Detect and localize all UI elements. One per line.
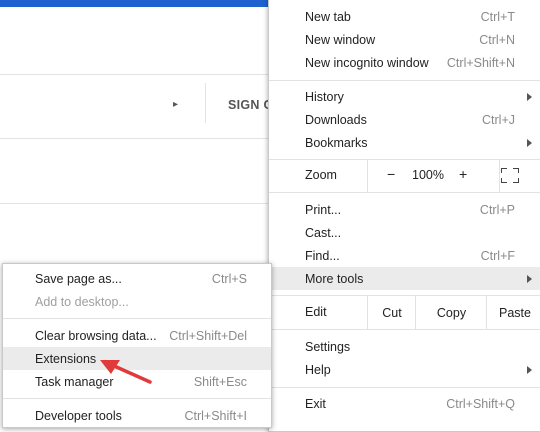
chevron-right-icon[interactable]: ▸: [173, 99, 178, 110]
menu-item-label: Developer tools: [35, 408, 122, 423]
menu-item-find[interactable]: Find... Ctrl+F: [269, 244, 540, 267]
menu-item-label: Settings: [305, 339, 351, 354]
menu-separator: [269, 192, 540, 193]
paste-button[interactable]: Paste: [486, 296, 540, 329]
submenu-arrow-icon: [527, 365, 532, 374]
menu-item-label: Save page as...: [35, 271, 122, 286]
menu-item-bookmarks[interactable]: Bookmarks: [269, 131, 540, 154]
menu-item-label: Clear browsing data...: [35, 328, 157, 343]
menu-separator: [3, 398, 271, 399]
menu-item-clear-browsing-data[interactable]: Clear browsing data... Ctrl+Shift+Del: [3, 324, 271, 347]
menu-item-shortcut: Ctrl+F: [480, 248, 515, 263]
page-vertical-divider: [205, 83, 206, 123]
menu-item-save-page[interactable]: Save page as... Ctrl+S: [3, 267, 271, 290]
menu-item-label: Cast...: [305, 225, 342, 240]
menu-item-new-incognito-window[interactable]: New incognito window Ctrl+Shift+N: [269, 51, 540, 74]
menu-item-shortcut: Ctrl+S: [211, 271, 247, 286]
menu-item-label: New tab: [305, 9, 351, 24]
menu-item-label: Downloads: [305, 112, 367, 127]
edit-row: Edit Cut Copy Paste: [269, 296, 540, 329]
zoom-out-button[interactable]: −: [387, 166, 395, 182]
menu-item-add-to-desktop: Add to desktop...: [3, 290, 271, 313]
edit-label: Edit: [305, 305, 327, 319]
menu-item-cast[interactable]: Cast...: [269, 221, 540, 244]
page-divider: [0, 203, 270, 204]
more-tools-submenu: Save page as... Ctrl+S Add to desktop...…: [2, 263, 272, 428]
menu-item-shortcut: Ctrl+Shift+I: [184, 408, 247, 423]
menu-item-history[interactable]: History: [269, 85, 540, 108]
menu-item-settings[interactable]: Settings: [269, 335, 540, 358]
menu-item-label: New incognito window: [305, 55, 429, 70]
menu-item-label: Extensions: [35, 351, 97, 366]
menu-separator: [269, 387, 540, 388]
menu-item-new-tab[interactable]: New tab Ctrl+T: [269, 5, 540, 28]
menu-item-downloads[interactable]: Downloads Ctrl+J: [269, 108, 540, 131]
menu-item-shortcut: Shift+Esc: [193, 374, 247, 389]
submenu-arrow-icon: [527, 92, 532, 101]
menu-item-shortcut: Ctrl+P: [479, 202, 515, 217]
menu-item-more-tools[interactable]: More tools: [269, 267, 540, 290]
menu-item-task-manager[interactable]: Task manager Shift+Esc: [3, 370, 271, 393]
menu-item-label: Exit: [305, 396, 326, 411]
menu-item-exit[interactable]: Exit Ctrl+Shift+Q: [269, 392, 540, 415]
chrome-main-menu: New tab Ctrl+T New window Ctrl+N New inc…: [268, 0, 540, 432]
menu-item-label: Help: [305, 362, 331, 377]
zoom-in-button[interactable]: +: [459, 166, 467, 182]
menu-item-print[interactable]: Print... Ctrl+P: [269, 198, 540, 221]
page-divider: [0, 138, 270, 139]
fullscreen-icon[interactable]: [501, 168, 519, 183]
menu-item-label: More tools: [305, 271, 364, 286]
zoom-level: 100%: [412, 168, 444, 182]
submenu-arrow-icon: [527, 274, 532, 283]
menu-item-label: Bookmarks: [305, 135, 368, 150]
submenu-arrow-icon: [527, 138, 532, 147]
menu-item-shortcut: Ctrl+Shift+Q: [446, 396, 515, 411]
menu-item-extensions[interactable]: Extensions: [3, 347, 271, 370]
cut-button[interactable]: Cut: [367, 296, 416, 329]
menu-item-label: Task manager: [35, 374, 114, 389]
menu-item-developer-tools[interactable]: Developer tools Ctrl+Shift+I: [3, 404, 271, 427]
copy-button[interactable]: Copy: [415, 296, 487, 329]
zoom-row: Zoom − 100% +: [269, 159, 540, 192]
menu-item-shortcut: Ctrl+Shift+N: [446, 55, 515, 70]
menu-item-label: Print...: [305, 202, 342, 217]
menu-item-label: Find...: [305, 248, 340, 263]
menu-item-help[interactable]: Help: [269, 358, 540, 381]
menu-separator: [3, 318, 271, 319]
page-divider: [0, 74, 270, 75]
menu-item-shortcut: Ctrl+J: [482, 112, 515, 127]
menu-item-label: Add to desktop...: [35, 294, 129, 309]
zoom-label: Zoom: [305, 168, 337, 182]
menu-item-new-window[interactable]: New window Ctrl+N: [269, 28, 540, 51]
menu-item-label: New window: [305, 32, 376, 47]
menu-item-shortcut: Ctrl+T: [480, 9, 515, 24]
menu-separator: [269, 329, 540, 330]
sign-in-button[interactable]: SIGN C: [228, 98, 273, 112]
menu-item-label: History: [305, 89, 344, 104]
menu-item-shortcut: Ctrl+Shift+Del: [169, 328, 247, 343]
menu-item-shortcut: Ctrl+N: [479, 32, 515, 47]
menu-separator: [269, 80, 540, 81]
